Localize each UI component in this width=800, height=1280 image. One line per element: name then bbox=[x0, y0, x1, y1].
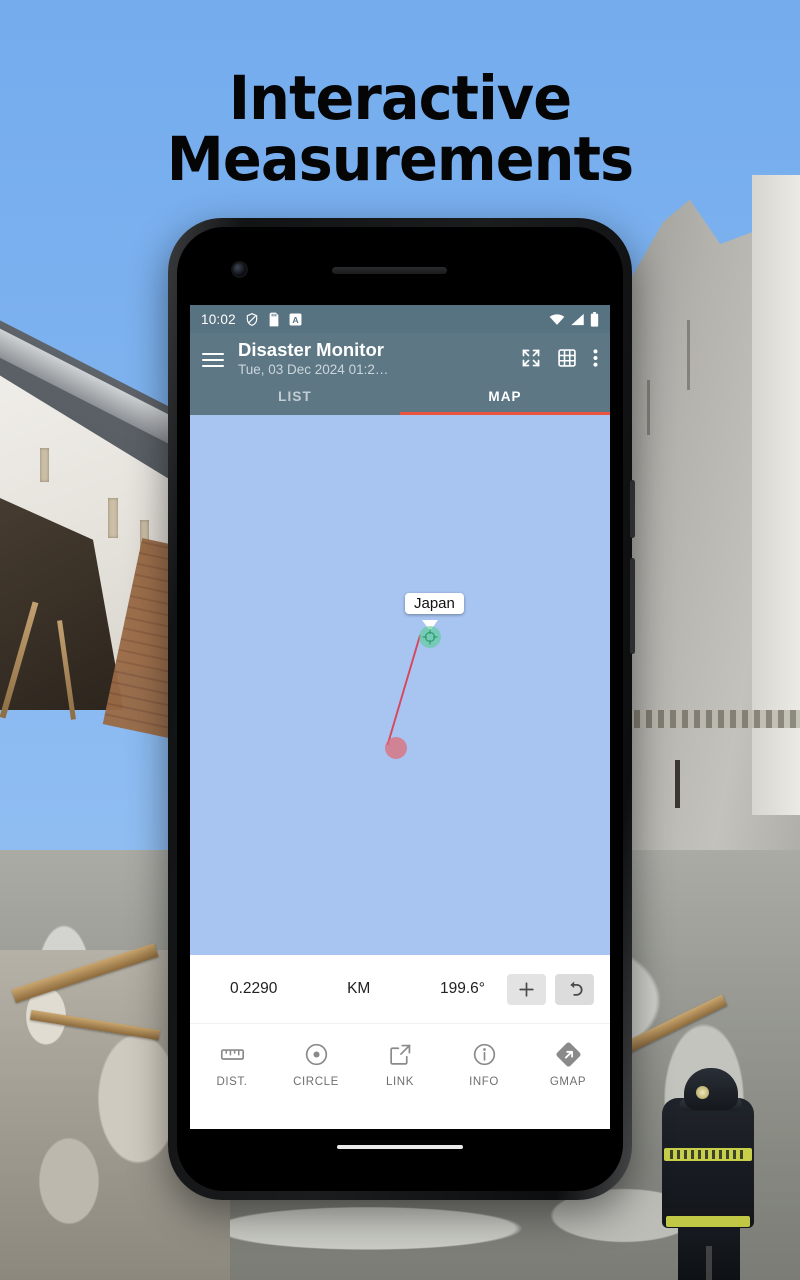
external-link-icon bbox=[389, 1045, 410, 1066]
sd-card-icon bbox=[269, 312, 279, 326]
bottom-toolbar: DIST. CIRCLE LINK INFO GMAP bbox=[190, 1023, 610, 1107]
nav-label-gmap: GMAP bbox=[549, 1076, 587, 1089]
firefighter-jacket-text bbox=[670, 1150, 746, 1159]
nav-label-circle: CIRCLE bbox=[293, 1076, 339, 1089]
nav-item-gmap[interactable]: GMAP bbox=[526, 1042, 610, 1088]
plus-icon bbox=[519, 982, 534, 997]
nav-label-link: LINK bbox=[386, 1076, 414, 1089]
letter-a-icon: A bbox=[289, 313, 302, 325]
status-bar: 10:02 A bbox=[190, 305, 610, 333]
power-button[interactable] bbox=[630, 480, 635, 538]
tab-map[interactable]: MAP bbox=[400, 378, 610, 415]
tab-bar: LIST MAP bbox=[190, 378, 610, 416]
nav-item-dist[interactable]: DIST. bbox=[190, 1042, 274, 1088]
front-camera-icon bbox=[233, 263, 246, 276]
earpiece-speaker bbox=[332, 267, 447, 274]
firefighter-jacket bbox=[662, 1098, 754, 1228]
measurement-line bbox=[386, 635, 422, 746]
app-bar: Disaster Monitor Tue, 03 Dec 2024 01:2… bbox=[190, 333, 610, 379]
distance-value: 0.2290 bbox=[230, 980, 278, 998]
map-callout[interactable]: Japan bbox=[405, 593, 464, 615]
bearing-value: 199.6° bbox=[440, 980, 486, 998]
grid-icon[interactable] bbox=[557, 348, 577, 368]
house-window bbox=[40, 448, 49, 482]
phone-mockup: 10:02 A Disaster Monitor Tue, 03 Dec 202… bbox=[168, 218, 635, 1200]
nav-label-info: INFO bbox=[469, 1076, 499, 1089]
tower-crack bbox=[647, 380, 650, 435]
nav-item-link[interactable]: LINK bbox=[358, 1042, 442, 1088]
firefighter bbox=[650, 1050, 770, 1280]
google-maps-icon bbox=[555, 1042, 581, 1067]
tab-list[interactable]: LIST bbox=[190, 378, 400, 415]
app-title: Disaster Monitor bbox=[238, 339, 384, 360]
app-screen: 10:02 A Disaster Monitor Tue, 03 Dec 202… bbox=[190, 305, 610, 1129]
measurement-bar: 0.2290 KM 199.6° bbox=[190, 955, 610, 1024]
tower-slit-window bbox=[675, 760, 680, 808]
overflow-menu-icon[interactable] bbox=[593, 348, 598, 368]
volume-button[interactable] bbox=[630, 558, 635, 654]
svg-text:A: A bbox=[292, 314, 299, 324]
firefighter-leg-gap bbox=[706, 1246, 712, 1280]
house-window bbox=[108, 498, 118, 538]
circle-dot-icon bbox=[305, 1044, 327, 1066]
home-indicator[interactable] bbox=[337, 1145, 463, 1149]
add-point-button[interactable] bbox=[507, 973, 547, 1005]
undo-button[interactable] bbox=[555, 973, 595, 1005]
ruler-icon bbox=[220, 1049, 244, 1061]
distance-unit[interactable]: KM bbox=[347, 980, 370, 998]
tower-cornice bbox=[610, 710, 800, 728]
nav-item-info[interactable]: INFO bbox=[442, 1042, 526, 1088]
wifi-icon bbox=[549, 313, 565, 325]
cellular-signal-icon bbox=[571, 313, 584, 325]
crosshair-icon bbox=[422, 629, 438, 645]
nav-item-circle[interactable]: CIRCLE bbox=[274, 1042, 358, 1088]
firefighter-helmet bbox=[684, 1068, 738, 1110]
hamburger-menu-icon[interactable] bbox=[202, 349, 224, 371]
tower-crack bbox=[687, 320, 690, 390]
nav-label-dist: DIST. bbox=[216, 1076, 248, 1089]
app-subtitle: Tue, 03 Dec 2024 01:2… bbox=[238, 361, 389, 377]
info-icon bbox=[473, 1044, 495, 1066]
app-bar-actions bbox=[521, 348, 598, 368]
battery-icon bbox=[590, 311, 599, 327]
app-title-block: Disaster Monitor Tue, 03 Dec 2024 01:2… bbox=[238, 339, 521, 378]
firefighter-helmet-badge bbox=[696, 1086, 709, 1099]
fullscreen-icon[interactable] bbox=[521, 348, 541, 368]
phone-screen-bezel: 10:02 A Disaster Monitor Tue, 03 Dec 202… bbox=[177, 227, 623, 1191]
undo-icon bbox=[569, 981, 582, 997]
status-bar-clock: 10:02 bbox=[201, 311, 236, 327]
firefighter-reflective-stripe bbox=[666, 1216, 750, 1227]
map-canvas[interactable]: Japan bbox=[190, 415, 610, 956]
shield-icon bbox=[246, 312, 258, 326]
headline-text: Interactive Measurements bbox=[166, 63, 634, 195]
